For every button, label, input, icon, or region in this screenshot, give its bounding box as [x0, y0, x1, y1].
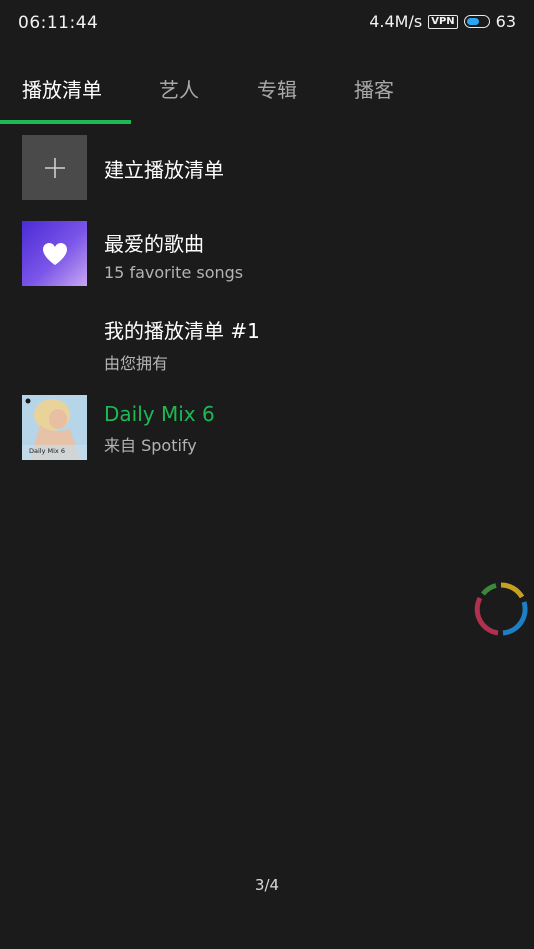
- status-indicators: 4.4M/s VPN 63: [369, 12, 516, 31]
- status-time: 06:11:44: [18, 13, 99, 33]
- battery-fill: [466, 17, 479, 25]
- list-item-title: 我的播放清单 #1: [104, 319, 260, 343]
- my-playlist-row[interactable]: 我的播放清单 #1 由您拥有: [22, 308, 512, 374]
- my-playlist-text: 我的播放清单 #1 由您拥有: [104, 315, 260, 374]
- library-tabs: 播放清单 艺人 专辑 播客: [0, 62, 534, 124]
- create-playlist-row[interactable]: 建立播放清单: [22, 135, 512, 201]
- list-item-title: 最爱的歌曲: [104, 232, 204, 256]
- create-playlist-thumb: [22, 135, 87, 200]
- list-item-title: Daily Mix 6: [104, 402, 215, 426]
- daily-mix-cover-art: Daily Mix 6: [22, 395, 87, 460]
- daily-mix-row[interactable]: Daily Mix 6 Daily Mix 6 来自 Spotify: [22, 395, 512, 461]
- list-item-title: 建立播放清单: [104, 158, 224, 182]
- create-playlist-text: 建立播放清单: [104, 154, 224, 183]
- tab-playlists[interactable]: 播放清单: [22, 74, 102, 103]
- loading-spinner-icon: [474, 582, 528, 636]
- liked-songs-text: 最爱的歌曲 15 favorite songs: [104, 228, 243, 282]
- daily-mix-text: Daily Mix 6 来自 Spotify: [104, 402, 215, 456]
- liked-songs-row[interactable]: 最爱的歌曲 15 favorite songs: [22, 221, 512, 287]
- page-indicator: 3/4: [254, 876, 280, 894]
- network-speed: 4.4M/s: [369, 12, 423, 31]
- heart-icon: [42, 242, 67, 265]
- vpn-icon: VPN: [428, 14, 458, 29]
- battery-percent: 63: [495, 12, 516, 31]
- active-tab-indicator: [0, 120, 131, 124]
- tab-podcasts[interactable]: 播客: [354, 74, 394, 103]
- battery-icon: [463, 15, 490, 28]
- status-bar: 06:11:44 4.4M/s VPN 63: [0, 0, 534, 48]
- plus-icon: [44, 157, 65, 178]
- liked-songs-thumb: [22, 221, 87, 286]
- list-item-subtitle: 15 favorite songs: [104, 263, 244, 282]
- list-item-subtitle: 由您拥有: [104, 354, 169, 373]
- cover-label: Daily Mix 6: [29, 447, 65, 455]
- list-item-subtitle: 来自 Spotify: [104, 436, 197, 455]
- tab-albums[interactable]: 专辑: [257, 74, 297, 103]
- tab-artists[interactable]: 艺人: [159, 74, 199, 103]
- daily-mix-cover: Daily Mix 6: [22, 395, 87, 460]
